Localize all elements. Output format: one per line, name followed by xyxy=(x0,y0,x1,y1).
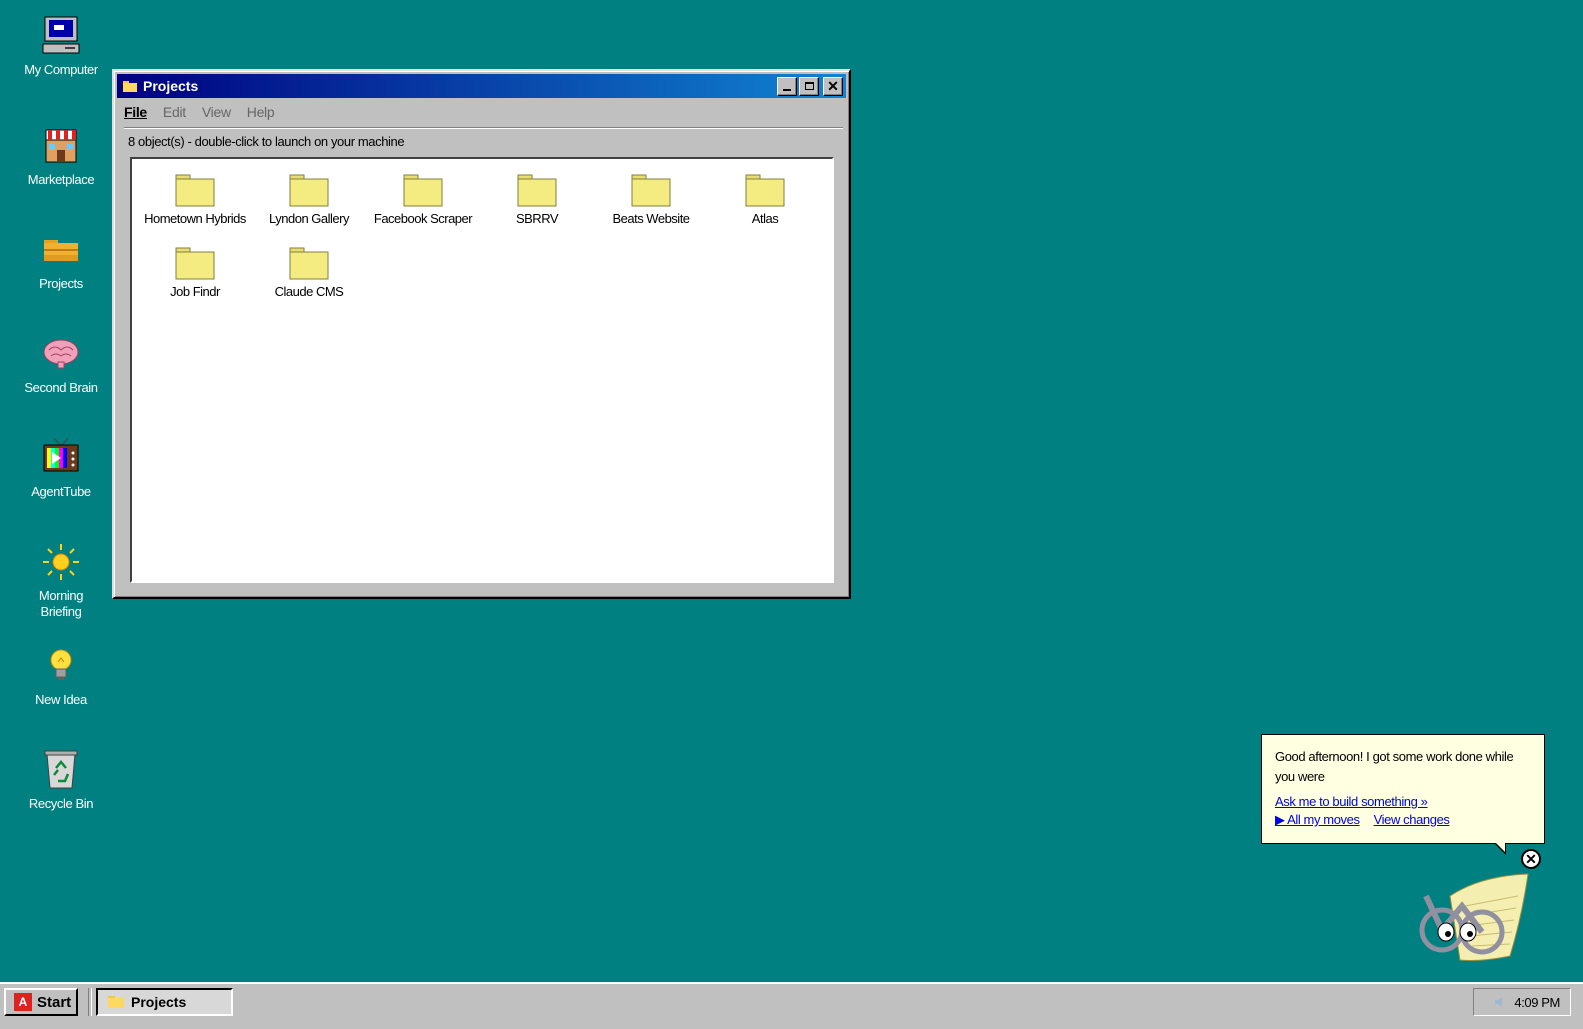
start-label: Start xyxy=(37,993,72,1011)
folder-item-beats-website[interactable]: Beats Website xyxy=(594,173,708,226)
menu-file[interactable]: File xyxy=(124,104,147,120)
desktop-icon-morning-briefing[interactable]: Morning Briefing xyxy=(11,540,111,620)
close-button[interactable]: ✕ xyxy=(823,76,843,96)
window-titlebar[interactable]: Projects ✕ xyxy=(117,74,846,98)
folder-label: Job Findr xyxy=(170,284,220,299)
folder-item-hometown-hybrids[interactable]: Hometown Hybrids xyxy=(138,173,252,226)
maximize-button[interactable] xyxy=(799,76,819,96)
clock[interactable]: 4:09 PM xyxy=(1514,995,1560,1010)
folder-label: Claude CMS xyxy=(274,284,344,299)
system-tray: 4:09 PM xyxy=(1473,988,1571,1016)
desktop-icon-label: My Computer xyxy=(24,62,98,77)
folder-item-sbrrv[interactable]: SBRRV xyxy=(480,173,594,226)
folder-label: Hometown Hybrids xyxy=(144,211,246,226)
assistant-balloon: Good afternoon! I got some work done whi… xyxy=(1261,734,1545,844)
desktop-icon-new-idea[interactable]: New Idea xyxy=(11,644,111,708)
folder-view: Hometown Hybrids Lyndon Gallery Facebook… xyxy=(130,157,834,583)
folder-icon xyxy=(745,174,785,207)
desktop-icon-second-brain[interactable]: Second Brain xyxy=(11,332,111,396)
desktop-icon-label: Recycle Bin xyxy=(28,796,94,811)
brain-icon xyxy=(39,332,83,376)
folder-label: Atlas xyxy=(751,211,779,226)
folder-icon xyxy=(123,80,137,92)
assistant-icon xyxy=(1419,873,1529,961)
build-something-link[interactable]: Ask me to build something » xyxy=(1275,794,1531,809)
menu-edit[interactable]: Edit xyxy=(163,104,186,120)
tv-icon xyxy=(39,436,83,480)
taskbar-item-label: Projects xyxy=(131,994,187,1010)
window-title: Projects xyxy=(143,78,199,94)
desktop-icon-recycle-bin[interactable]: Recycle Bin xyxy=(11,748,111,812)
folder-icon xyxy=(289,174,329,207)
desktop-icon-my-computer[interactable]: My Computer xyxy=(11,14,111,78)
speaker-icon[interactable] xyxy=(1494,996,1506,1008)
folder-item-claude-cms[interactable]: Claude CMS xyxy=(252,246,366,299)
menu-separator xyxy=(124,127,843,129)
taskbar-item-projects[interactable]: Projects xyxy=(96,988,233,1016)
folder-item-atlas[interactable]: Atlas xyxy=(708,173,822,226)
folder-icon xyxy=(517,174,557,207)
desktop-icon-label: Marketplace xyxy=(27,172,95,187)
desktop-icon-label: Projects xyxy=(39,276,83,291)
store-icon xyxy=(39,124,83,168)
view-changes-link[interactable]: View changes xyxy=(1374,812,1450,828)
minimize-button[interactable] xyxy=(777,76,797,96)
folder-icon xyxy=(175,174,215,207)
folder-icon xyxy=(175,247,215,280)
desktop-icon-label: AgentTube xyxy=(31,484,91,499)
maximize-icon xyxy=(804,82,814,90)
balloon-message: Good afternoon! I got some work done whi… xyxy=(1275,749,1514,784)
folder-item-lyndon-gallery[interactable]: Lyndon Gallery xyxy=(252,173,366,226)
desktop-icon-projects[interactable]: Projects xyxy=(11,228,111,292)
folder-icon xyxy=(39,228,83,272)
start-logo-icon: A xyxy=(14,993,32,1011)
all-my-moves-link[interactable]: ▶ All my moves xyxy=(1275,812,1360,828)
desktop-icon-marketplace[interactable]: Marketplace xyxy=(11,124,111,188)
projects-window: Projects ✕ File Edit View Help 8 object(… xyxy=(112,69,851,599)
sun-icon xyxy=(39,540,83,584)
menu-bar: File Edit View Help xyxy=(124,104,275,120)
desktop-icon-label: New Idea xyxy=(35,692,87,707)
start-button[interactable]: A Start xyxy=(4,988,78,1016)
folder-icon xyxy=(403,174,443,207)
folder-item-facebook-scraper[interactable]: Facebook Scraper xyxy=(366,173,480,226)
lightbulb-icon xyxy=(39,644,83,688)
balloon-tail-fill xyxy=(1495,842,1505,852)
desktop-icon-label: Second Brain xyxy=(24,380,98,395)
desktop-icon-label: Morning Briefing xyxy=(38,588,84,619)
folder-label: Facebook Scraper xyxy=(373,211,473,226)
close-icon: ✕ xyxy=(1525,850,1537,867)
desktop-icon-agenttube[interactable]: AgentTube xyxy=(11,436,111,500)
folder-icon xyxy=(108,995,124,1009)
minimize-icon xyxy=(783,89,791,91)
folder-label: SBRRV xyxy=(515,211,559,226)
computer-icon xyxy=(39,14,83,58)
close-icon: ✕ xyxy=(827,77,839,94)
folder-icon xyxy=(289,247,329,280)
folder-item-job-findr[interactable]: Job Findr xyxy=(138,246,252,299)
menu-view[interactable]: View xyxy=(202,104,231,120)
folder-label: Lyndon Gallery xyxy=(269,211,349,226)
taskbar: A Start Projects 4:09 PM xyxy=(0,982,1583,1029)
taskbar-divider xyxy=(88,988,92,1016)
folder-icon xyxy=(631,174,671,207)
menu-help[interactable]: Help xyxy=(247,104,275,120)
assistant-character[interactable] xyxy=(1410,866,1534,966)
recycle-bin-icon xyxy=(39,748,83,792)
folder-label: Beats Website xyxy=(612,211,690,226)
object-count-status: 8 object(s) - double-click to launch on … xyxy=(128,134,405,149)
